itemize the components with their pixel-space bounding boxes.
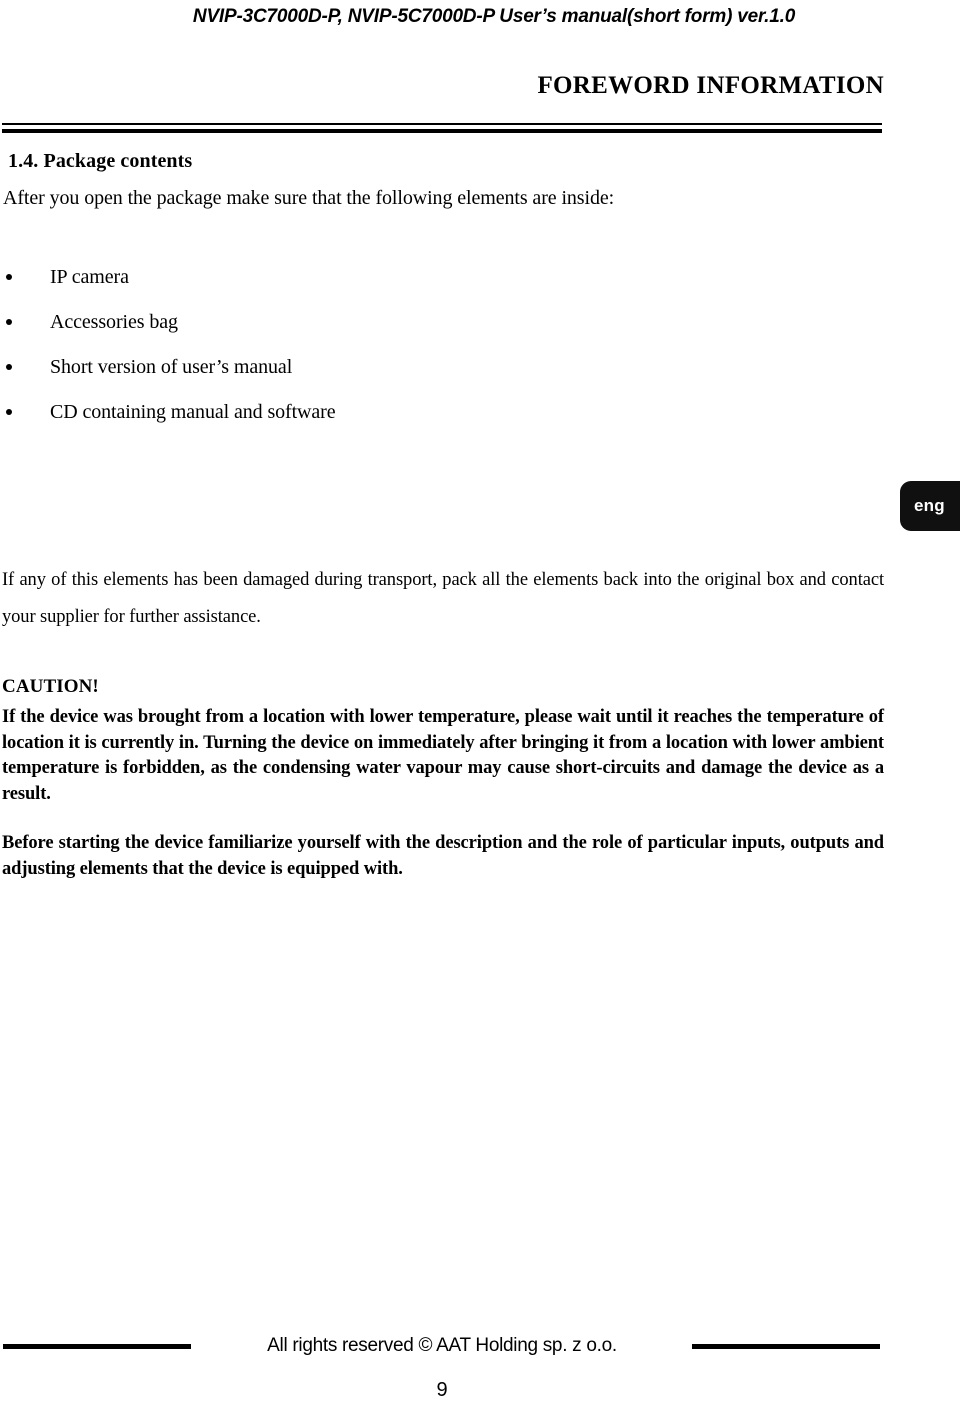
before-starting-paragraph: Before starting the device familiarize y… xyxy=(2,833,884,879)
damage-note-paragraph: If any of this elements has been damaged… xyxy=(2,570,884,627)
list-item-label: Short version of user’s manual xyxy=(50,356,293,378)
list-item-label: Accessories bag xyxy=(50,311,178,333)
section-heading: 1.4. Package contents xyxy=(8,150,193,172)
package-contents-list: IP camera Accessories bag Short version … xyxy=(0,266,600,446)
section-intro-text: After you open the package make sure tha… xyxy=(3,187,615,209)
list-item: Accessories bag xyxy=(0,311,600,356)
language-tab-label: eng xyxy=(914,496,945,515)
bullet-dot-icon xyxy=(6,319,12,325)
bullet-dot-icon xyxy=(6,274,12,280)
list-item: CD containing manual and software xyxy=(0,401,600,446)
running-header-title: NVIP-3C7000D-P, NVIP-5C7000D-P User’s ma… xyxy=(192,6,796,27)
caution-label: CAUTION! xyxy=(2,676,99,697)
list-item-label: CD containing manual and software xyxy=(50,401,336,423)
footer-copyright: All rights reserved © AAT Holding sp. z … xyxy=(267,1335,617,1356)
page-number: 9 xyxy=(436,1379,448,1401)
caution-paragraph: If the device was brought from a locatio… xyxy=(2,707,884,804)
bullet-dot-icon xyxy=(6,409,12,415)
language-tab-eng: eng xyxy=(900,481,960,531)
bullet-dot-icon xyxy=(6,364,12,370)
chapter-title: FOREWORD INFORMATION xyxy=(537,72,884,99)
list-item: Short version of user’s manual xyxy=(0,356,600,401)
document-page: NVIP-3C7000D-P, NVIP-5C7000D-P User’s ma… xyxy=(0,0,960,1409)
header-rule-thin xyxy=(2,123,882,125)
list-item: IP camera xyxy=(0,266,600,311)
list-item-label: IP camera xyxy=(50,266,129,288)
header-rule-thick xyxy=(2,129,882,133)
